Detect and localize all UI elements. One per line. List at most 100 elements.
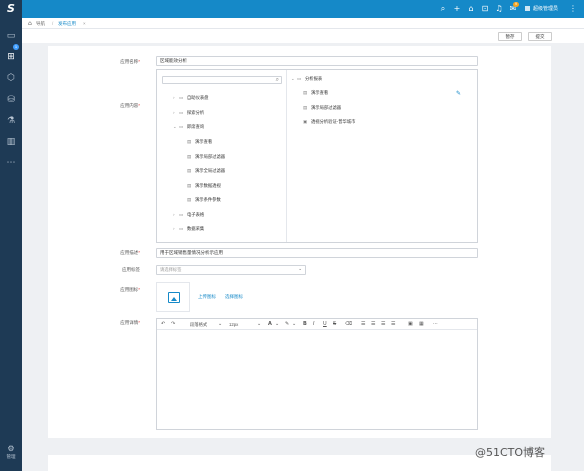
notification-badge: 1 [13, 44, 19, 50]
monitor-icon[interactable]: ▭ [4, 30, 18, 42]
grid-apps-icon[interactable]: ⊞ [4, 51, 18, 63]
folder-open-icon: ▭ [179, 125, 184, 130]
selected-item[interactable]: ▣ 透视分析验证-普华城市 [303, 119, 355, 126]
choose-icon-link[interactable]: 选择图标 [225, 294, 243, 300]
chevron-down-icon[interactable]: ⌄ [218, 319, 222, 330]
home-icon[interactable]: ⌂ [466, 3, 476, 15]
undo-icon[interactable]: ↶ [161, 319, 165, 330]
breadcrumb: ⌂ 导航 / 发布应用 × [22, 18, 584, 29]
tree-node[interactable]: ▤ 演示局部过滤器 [187, 154, 225, 161]
tree-node[interactable]: ▤ 演示查看 [187, 139, 212, 146]
database-icon[interactable]: ⛁ [4, 94, 18, 106]
italic-icon[interactable]: I [313, 319, 314, 330]
message-badge: 9 [513, 2, 519, 7]
app-tag-select[interactable]: 请选择标签 ⌄ [156, 265, 306, 275]
user-menu[interactable]: 超级管理员 [525, 0, 558, 18]
table-icon[interactable]: ▦ [419, 319, 424, 330]
save-draft-button[interactable]: 暂存 [498, 32, 522, 41]
panel-divider [286, 70, 287, 242]
tree-node[interactable]: › ▭ 数据采集 [173, 226, 204, 233]
app-icon-label: 应用图标* [120, 287, 140, 292]
align-left-icon[interactable]: ☰ [361, 319, 365, 330]
image-icon[interactable]: ▣ [408, 319, 413, 330]
folder-open-icon: ▭ [297, 77, 302, 82]
edit-icon[interactable]: ✎ [456, 90, 461, 97]
tree-node[interactable]: › ▭ 自助仪表盘 [173, 95, 208, 102]
document-icon: ▤ [303, 106, 308, 111]
rich-text-editor[interactable]: ↶ ↷ 段落格式 ⌄ 12px ⌄ A ⌄ ✎ ⌄ B I U S ⌫ ☰ ☰ … [156, 318, 478, 430]
tag-placeholder: 请选择标签 [160, 267, 182, 272]
bell-icon[interactable]: ♫ [494, 3, 504, 15]
app-logo[interactable]: S [4, 3, 18, 15]
bold-icon[interactable]: B [303, 319, 307, 330]
app-desc-label: 应用描述* [120, 250, 140, 255]
tree-node[interactable]: ▤ 演示数据透视 [187, 183, 221, 190]
document-icon: ▤ [187, 169, 192, 174]
document-icon: ▤ [187, 198, 192, 203]
document-icon: ▤ [187, 140, 192, 145]
strikethrough-icon[interactable]: S [333, 319, 336, 330]
app-icon-preview[interactable] [156, 282, 190, 312]
submit-button[interactable]: 提交 [528, 32, 552, 41]
document-icon: ▤ [187, 184, 192, 189]
top-bar: ⌕ + ⌂ ⊡ ♫ ✉ 9 超级管理员 ⋮ [22, 0, 584, 18]
upload-icon-link[interactable]: 上传图标 [198, 294, 216, 300]
settings-gear-icon: ⚙ [7, 444, 15, 453]
chevron-down-icon[interactable]: ⌄ [257, 319, 261, 330]
action-toolbar: 暂存 提交 [22, 29, 584, 43]
sidebar-footer-label: 管理 [6, 454, 16, 459]
tree-node[interactable]: ⌄ ▭ 即席查询 [173, 124, 204, 131]
avatar [525, 6, 530, 12]
font-size-select[interactable]: 12px [229, 319, 238, 330]
selected-tree-root[interactable]: ⌄ ▭ 分析报表 [291, 76, 322, 83]
editor-toolbar: ↶ ↷ 段落格式 ⌄ 12px ⌄ A ⌄ ✎ ⌄ B I U S ⌫ ☰ ☰ … [157, 319, 477, 330]
tree-search-input[interactable]: ⌕ [162, 76, 282, 84]
close-tab-icon[interactable]: × [83, 18, 86, 29]
content-selector: ⌕ › ▭ 自助仪表盘 › ▭ 探索分析 ⌄ ▭ 即席查询 ▤ 演示查看 ▤ 演示局部过滤器 ▤… [156, 69, 478, 243]
tree-node[interactable]: › ▭ 探索分析 [173, 110, 204, 117]
highlight-icon[interactable]: ✎ [285, 319, 289, 330]
document-icon: ▤ [303, 91, 308, 96]
more-icon[interactable]: ⋯ [4, 157, 18, 169]
tree-node[interactable]: › ▭ 电子表格 [173, 212, 204, 219]
align-right-icon[interactable]: ☰ [381, 319, 385, 330]
breadcrumb-home[interactable]: 导航 [36, 18, 45, 29]
flask-icon[interactable]: ⚗ [4, 115, 18, 127]
selected-item[interactable]: ▤ 演示查看 [303, 90, 328, 97]
sidebar-footer[interactable]: ⚙ 管理 [0, 444, 22, 460]
breadcrumb-separator: / [52, 21, 54, 26]
folder-icon: ▭ [179, 96, 184, 101]
selected-item[interactable]: ▤ 演示局部过滤器 [303, 105, 341, 112]
chevron-down-icon[interactable]: ⌄ [275, 319, 279, 330]
underline-icon[interactable]: U [323, 319, 327, 330]
folder-icon: ▭ [179, 111, 184, 116]
align-center-icon[interactable]: ☰ [371, 319, 375, 330]
font-color-icon[interactable]: A [268, 319, 272, 330]
watermark: @51CTO博客 [475, 446, 546, 459]
redo-icon[interactable]: ↷ [171, 319, 175, 330]
tree-node[interactable]: ▤ 演示全局过滤器 [187, 168, 225, 175]
lock-icon[interactable]: ⊡ [480, 3, 490, 15]
search-icon[interactable]: ⌕ [438, 3, 448, 15]
user-name: 超级管理员 [533, 6, 559, 12]
paragraph-select[interactable]: 段落格式 [190, 319, 207, 330]
tree-node[interactable]: ▤ 演示条件参数 [187, 197, 221, 204]
app-name-input[interactable]: 区域能效分析 [156, 56, 478, 66]
align-justify-icon[interactable]: ☰ [391, 319, 395, 330]
search-icon: ⌕ [275, 76, 279, 83]
more-icon[interactable]: ⋯ [433, 319, 438, 330]
home-icon[interactable]: ⌂ [28, 18, 32, 29]
cube-icon[interactable]: ⬡ [4, 72, 18, 84]
app-content-label: 应用内容* [120, 103, 140, 108]
sidebar: S ▭ ⊞ 1 ⬡ ⛁ ⚗ ▥ ⋯ ⚙ 管理 [0, 0, 22, 471]
app-desc-input[interactable]: 用于区域销售量情况分析示应用 [156, 248, 478, 258]
breadcrumb-current[interactable]: 发布应用 [58, 18, 76, 29]
grid-menu-icon[interactable]: ⋮ [568, 3, 578, 15]
app-tag-label: 应用标签 [122, 267, 140, 272]
chevron-down-icon[interactable]: ⌄ [292, 319, 296, 330]
bar-chart-icon[interactable]: ▥ [4, 136, 18, 148]
add-icon[interactable]: + [452, 3, 462, 15]
chevron-down-icon: ⌄ [298, 267, 302, 272]
clear-format-icon[interactable]: ⌫ [345, 319, 352, 330]
app-detail-label: 应用详情* [120, 320, 140, 325]
